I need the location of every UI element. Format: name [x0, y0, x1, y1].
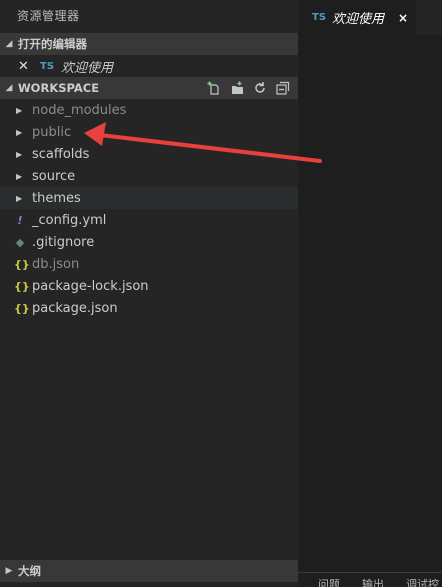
tree-item-gitignore[interactable]: ◆ .gitignore	[0, 231, 298, 253]
tab-debug-console[interactable]: 调试控	[406, 576, 439, 587]
open-editor-item[interactable]: ✕ TS 欢迎使用	[0, 55, 298, 77]
tree-item-themes[interactable]: ▶ themes	[0, 187, 298, 209]
explorer-sidebar: 资源管理器 ◢ 打开的编辑器 ✕ TS 欢迎使用 ◢ WORKSPACE ▶ n…	[0, 0, 298, 586]
tree-item-label: _config.yml	[32, 212, 107, 228]
tree-item-node-modules[interactable]: ▶ node_modules	[0, 99, 298, 121]
tab-welcome[interactable]: TS 欢迎使用 ×	[298, 0, 416, 35]
editor-tab-bar: TS 欢迎使用 ×	[298, 0, 442, 35]
tab-problems[interactable]: 问题	[318, 576, 340, 587]
workspace-title: WORKSPACE	[18, 81, 100, 95]
tree-item-package-lock-json[interactable]: {} package-lock.json	[0, 275, 298, 297]
chevron-down-icon: ◢	[5, 83, 13, 93]
tree-item-label: scaffolds	[32, 146, 90, 162]
chevron-right-icon: ▶	[16, 105, 23, 115]
close-icon[interactable]: ×	[398, 11, 408, 25]
explorer-title: 资源管理器	[17, 9, 80, 23]
chevron-right-icon: ▶	[16, 193, 23, 203]
open-editors-header[interactable]: ◢ 打开的编辑器	[0, 33, 298, 55]
tree-item-scaffolds[interactable]: ▶ scaffolds	[0, 143, 298, 165]
collapse-all-icon[interactable]	[276, 81, 290, 95]
chevron-right-icon: ▶	[16, 171, 23, 181]
chevron-right-icon: ▶	[5, 566, 13, 576]
tree-item-config-yml[interactable]: ! _config.yml	[0, 209, 298, 231]
chevron-right-icon: ▶	[16, 149, 23, 159]
typescript-icon: TS	[312, 12, 327, 23]
git-icon: ◆	[15, 235, 25, 249]
json-icon: {}	[14, 257, 30, 271]
tree-item-label: node_modules	[32, 102, 127, 118]
chevron-down-icon: ◢	[5, 39, 13, 49]
tree-item-label: .gitignore	[32, 234, 95, 250]
workspace-actions	[207, 77, 290, 99]
outline-title: 大纲	[18, 564, 41, 578]
tree-item-public[interactable]: ▶ public	[0, 121, 298, 143]
tree-item-source[interactable]: ▶ source	[0, 165, 298, 187]
refresh-icon[interactable]	[253, 81, 267, 95]
file-tree: ▶ node_modules ▶ public ▶ scaffolds ▶ so…	[0, 99, 298, 319]
new-file-icon[interactable]	[207, 81, 221, 95]
close-icon[interactable]: ✕	[18, 59, 30, 74]
json-icon: {}	[14, 279, 30, 293]
tree-item-label: public	[32, 124, 72, 140]
tree-item-db-json[interactable]: {} db.json	[0, 253, 298, 275]
open-editors-title: 打开的编辑器	[18, 37, 87, 51]
open-editor-name: 欢迎使用	[61, 60, 114, 76]
tab-output[interactable]: 输出	[362, 576, 384, 587]
tab-label: 欢迎使用	[332, 12, 385, 27]
new-folder-icon[interactable]	[230, 81, 244, 95]
tree-item-label: package.json	[32, 300, 118, 316]
tree-item-label: themes	[32, 190, 81, 206]
tree-item-label: package-lock.json	[32, 278, 149, 294]
panel-tab-bar: 问题 输出 调试控	[298, 572, 442, 587]
yaml-icon: !	[17, 213, 23, 227]
tree-item-package-json[interactable]: {} package.json	[0, 297, 298, 319]
chevron-right-icon: ▶	[16, 127, 23, 137]
tree-item-label: db.json	[32, 256, 80, 272]
json-icon: {}	[14, 301, 30, 315]
workspace-header[interactable]: ◢ WORKSPACE	[0, 77, 298, 99]
outline-header[interactable]: ▶ 大纲	[0, 560, 298, 582]
tree-item-label: source	[32, 168, 76, 184]
typescript-icon: TS	[40, 60, 55, 72]
